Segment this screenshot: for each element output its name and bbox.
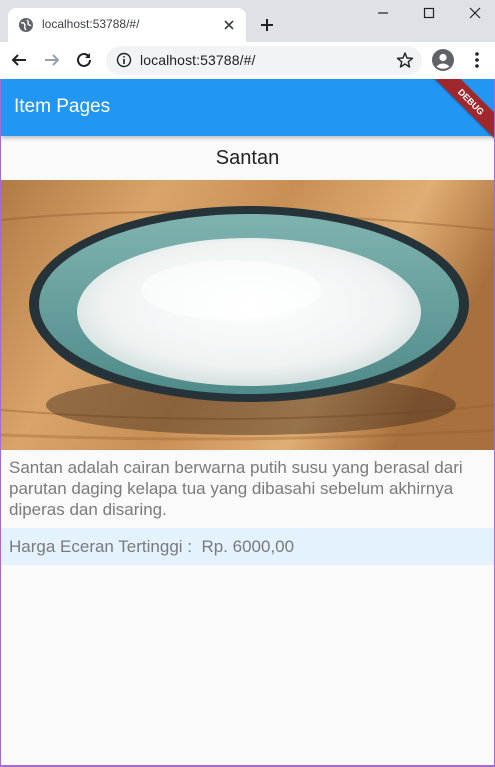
price-row: Harga Eceran Tertinggi : Rp. 6000,00 <box>1 528 494 565</box>
star-icon[interactable] <box>396 51 414 69</box>
url-text: localhost:53788/#/ <box>140 52 256 68</box>
back-arrow-icon[interactable] <box>10 51 28 69</box>
close-icon[interactable] <box>222 18 236 32</box>
browser-tab[interactable]: localhost:53788/#/ <box>8 8 246 42</box>
browser-tabstrip: localhost:53788/#/ <box>0 0 495 42</box>
app-viewport: Item Pages DEBUG Santan Santan adalah ca… <box>0 79 495 767</box>
page-title: Item Pages <box>14 96 111 117</box>
globe-icon <box>19 18 33 32</box>
item-description: Santan adalah cairan berwarna putih susu… <box>9 458 463 519</box>
item-name: Santan <box>215 147 280 169</box>
tab-title: localhost:53788/#/ <box>42 17 140 31</box>
menu-dots-icon[interactable] <box>469 51 485 69</box>
reload-icon[interactable] <box>75 51 93 69</box>
price-text: Harga Eceran Tertinggi : Rp. 6000,00 <box>9 537 295 556</box>
info-icon[interactable] <box>116 52 132 68</box>
forward-arrow-icon[interactable] <box>43 51 61 69</box>
address-bar[interactable]: localhost:53788/#/ <box>106 46 422 75</box>
plus-icon[interactable] <box>258 16 276 34</box>
window-close-icon[interactable] <box>468 6 482 20</box>
maximize-icon[interactable] <box>422 6 436 20</box>
app-bar: Item Pages <box>1 79 494 136</box>
profile-icon[interactable] <box>432 49 454 71</box>
coconut-milk-bowl-photo <box>1 180 494 450</box>
browser-toolbar: localhost:53788/#/ <box>0 42 495 79</box>
minimize-icon[interactable] <box>376 6 390 20</box>
